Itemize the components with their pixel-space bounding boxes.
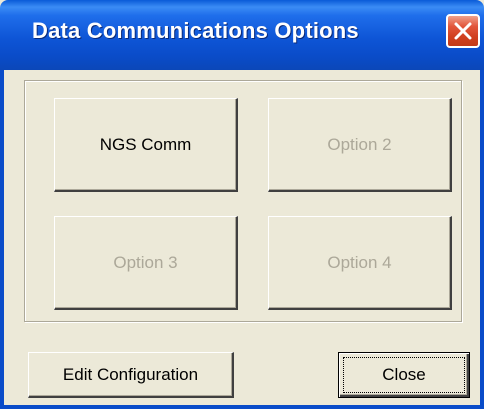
option-3-button[interactable]: Option 3 [54, 216, 238, 310]
window-frame-left [0, 70, 4, 409]
window-frame-bottom [0, 405, 484, 409]
dialog-window: Data Communications Options NGS Comm Opt… [0, 0, 484, 409]
window-frame-right [480, 70, 484, 409]
option-3-label: Option 3 [113, 252, 178, 272]
option-4-button[interactable]: Option 4 [268, 216, 452, 310]
edit-configuration-button[interactable]: Edit Configuration [28, 352, 234, 398]
edit-configuration-label: Edit Configuration [62, 364, 199, 384]
ngs-comm-label: NGS Comm [99, 134, 192, 154]
title-bar[interactable]: Data Communications Options [0, 0, 484, 70]
close-icon [454, 22, 472, 40]
close-label: Close [382, 365, 426, 384]
window-title: Data Communications Options [32, 18, 359, 43]
option-2-button[interactable]: Option 2 [268, 98, 452, 192]
close-button[interactable]: Close [338, 352, 470, 398]
option-2-label: Option 2 [327, 134, 392, 154]
ngs-comm-button[interactable]: NGS Comm [54, 98, 238, 192]
title-close-button[interactable] [446, 14, 480, 48]
option-4-label: Option 4 [327, 252, 392, 272]
